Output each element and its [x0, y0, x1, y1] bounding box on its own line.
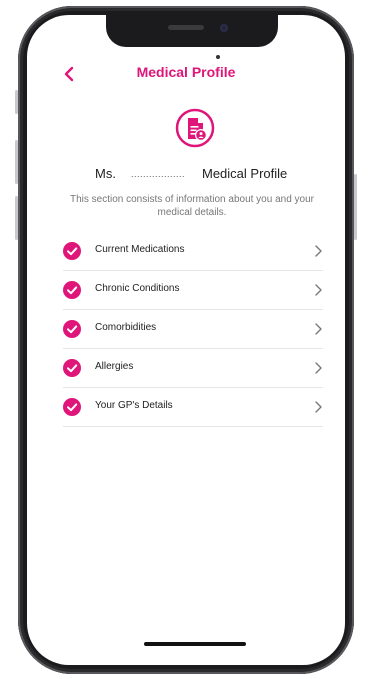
checkmark-icon [63, 320, 81, 338]
menu-item-label: Chronic Conditions [95, 283, 180, 294]
speaker-grille [168, 25, 204, 30]
chevron-right-icon [315, 284, 322, 296]
profile-title-suffix: Medical Profile [202, 166, 288, 181]
checkmark-icon [63, 398, 81, 416]
chevron-right-icon [315, 362, 322, 374]
menu-item-allergies[interactable]: Allergies [63, 349, 323, 388]
volume-up-button [15, 140, 18, 184]
checkmark-icon [63, 359, 81, 377]
menu-item-gp-details[interactable]: Your GP's Details [63, 388, 323, 427]
section-description: This section consists of information abo… [69, 194, 315, 218]
checkmark-icon [63, 281, 81, 299]
mute-switch [15, 90, 18, 114]
menu-item-label: Allergies [95, 361, 134, 372]
menu-item-label: Current Medications [95, 244, 185, 255]
medical-document-icon [174, 107, 216, 149]
front-camera-icon [220, 24, 228, 32]
chevron-right-icon [315, 401, 322, 413]
power-button [354, 174, 357, 240]
name-placeholder: .................. [131, 169, 186, 179]
chevron-right-icon [315, 323, 322, 335]
volume-down-button [15, 196, 18, 240]
home-indicator[interactable] [144, 642, 246, 646]
salutation-text: Ms. [95, 166, 116, 181]
app-screen: Medical Profile Ms. .................. M… [27, 15, 345, 665]
profile-heading: Ms. .................. Medical Profile [27, 166, 345, 186]
menu-item-comorbidities[interactable]: Comorbidities [63, 310, 323, 349]
status-dot [216, 55, 220, 59]
menu-item-current-medications[interactable]: Current Medications [63, 232, 323, 271]
menu-item-label: Your GP's Details [95, 400, 173, 411]
menu-item-chronic-conditions[interactable]: Chronic Conditions [63, 271, 323, 310]
page-title: Medical Profile [136, 64, 236, 80]
chevron-right-icon [315, 245, 322, 257]
notch [106, 15, 278, 47]
checkmark-icon [63, 242, 81, 260]
menu-item-label: Comorbidities [95, 322, 157, 333]
medical-profile-menu: Current Medications Chronic Conditions C… [63, 232, 323, 427]
